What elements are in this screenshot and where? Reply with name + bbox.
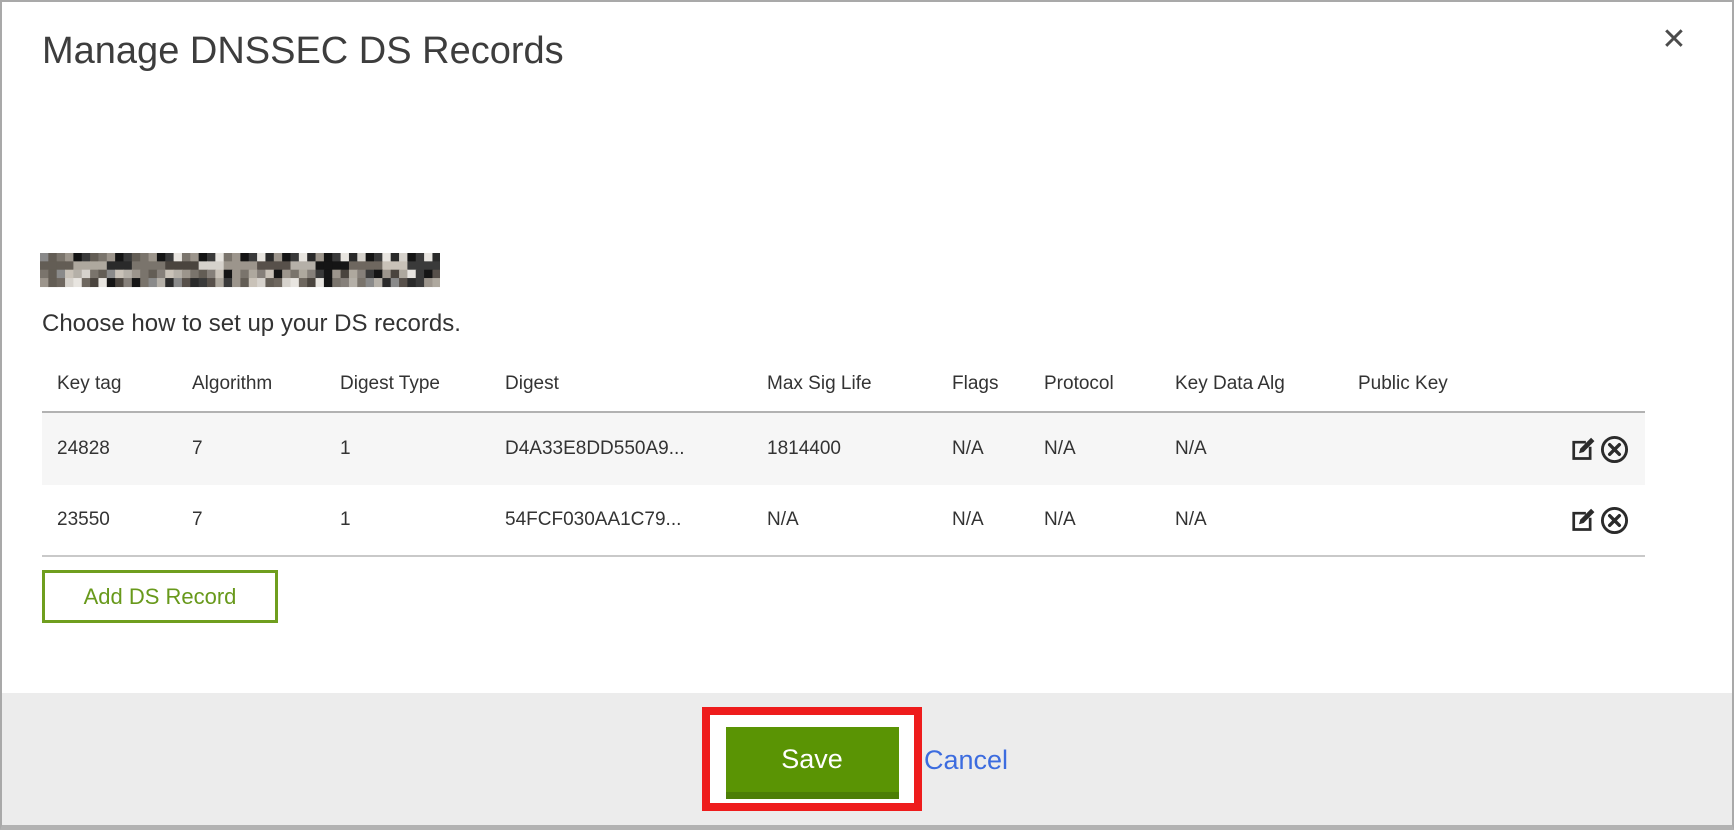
table-row: 24828 7 1 D4A33E8DD550A9... 1814400 N/A … xyxy=(42,413,1645,485)
column-header-key-data-alg: Key Data Alg xyxy=(1175,373,1358,395)
row-actions xyxy=(1554,434,1630,465)
cell-key-tag: 23550 xyxy=(57,509,192,531)
domain-name-redacted xyxy=(40,253,440,288)
page-title: Manage DNSSEC DS Records xyxy=(42,30,564,73)
ds-records-table: Key tag Algorithm Digest Type Digest Max… xyxy=(42,356,1645,557)
dialog-footer: Save Cancel xyxy=(2,693,1732,825)
column-header-protocol: Protocol xyxy=(1044,373,1175,395)
cell-protocol: N/A xyxy=(1044,438,1175,460)
cell-algorithm: 7 xyxy=(192,438,340,460)
cancel-link[interactable]: Cancel xyxy=(924,745,1008,776)
close-icon[interactable]: ✕ xyxy=(1656,22,1692,58)
column-header-digest-type: Digest Type xyxy=(340,373,505,395)
cell-key-tag: 24828 xyxy=(57,438,192,460)
table-header-row: Key tag Algorithm Digest Type Digest Max… xyxy=(42,356,1645,413)
save-button[interactable]: Save xyxy=(726,727,899,799)
edit-icon[interactable] xyxy=(1567,434,1598,465)
cell-protocol: N/A xyxy=(1044,509,1175,531)
column-header-digest: Digest xyxy=(505,373,767,395)
cell-flags: N/A xyxy=(952,509,1044,531)
cell-key-data-alg: N/A xyxy=(1175,509,1358,531)
instruction-text: Choose how to set up your DS records. xyxy=(42,310,461,338)
column-header-flags: Flags xyxy=(952,373,1044,395)
column-header-algorithm: Algorithm xyxy=(192,373,340,395)
column-header-public-key: Public Key xyxy=(1358,373,1554,395)
pixelated-domain-image xyxy=(40,253,440,288)
cell-algorithm: 7 xyxy=(192,509,340,531)
cell-flags: N/A xyxy=(952,438,1044,460)
column-header-max-sig-life: Max Sig Life xyxy=(767,373,952,395)
delete-icon[interactable] xyxy=(1599,505,1630,536)
column-header-key-tag: Key tag xyxy=(57,373,192,395)
annotation-highlight-box: Save xyxy=(702,707,922,811)
cell-max-sig-life: 1814400 xyxy=(767,438,952,460)
cell-digest: 54FCF030AA1C79... xyxy=(505,509,767,531)
cell-max-sig-life: N/A xyxy=(767,509,952,531)
cell-digest-type: 1 xyxy=(340,438,505,460)
row-actions xyxy=(1554,505,1630,536)
cell-digest-type: 1 xyxy=(340,509,505,531)
cell-key-data-alg: N/A xyxy=(1175,438,1358,460)
edit-icon[interactable] xyxy=(1567,505,1598,536)
cell-digest: D4A33E8DD550A9... xyxy=(505,438,767,460)
delete-icon[interactable] xyxy=(1599,434,1630,465)
manage-dnssec-dialog: Manage DNSSEC DS Records ✕ Choose how to… xyxy=(0,0,1734,830)
add-ds-record-button[interactable]: Add DS Record xyxy=(42,570,278,623)
table-row: 23550 7 1 54FCF030AA1C79... N/A N/A N/A … xyxy=(42,485,1645,557)
